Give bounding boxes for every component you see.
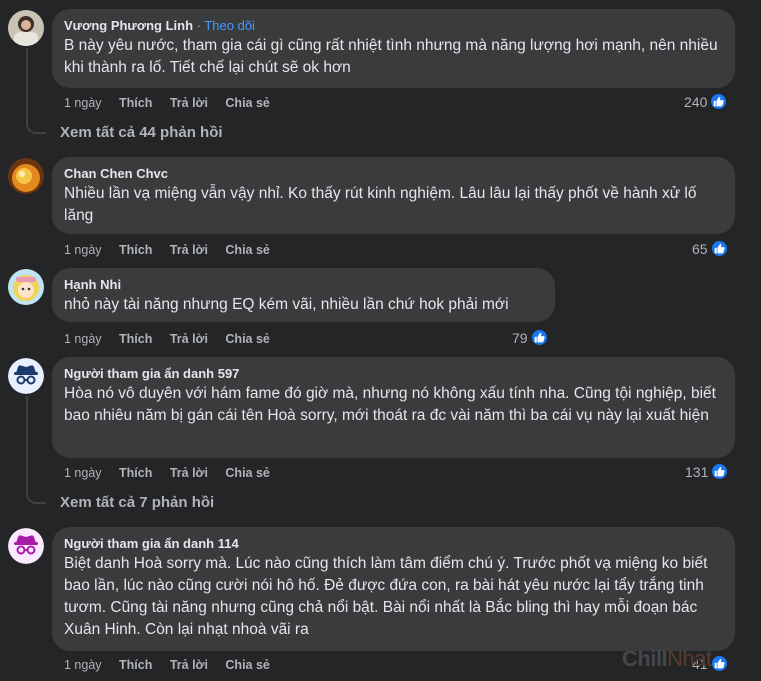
comment-text: B này yêu nước, tham gia cái gì cũng rất… xyxy=(64,37,718,76)
author-name[interactable]: Hạnh Nhi xyxy=(64,276,543,294)
thumbs-up-icon xyxy=(529,328,549,347)
comment-actions: 1 ngày Thích Trả lời Chia sẻ xyxy=(64,657,284,673)
reaction-count[interactable]: 65 xyxy=(692,239,729,258)
comment-text: Biệt danh Hoà sorry mà. Lúc nào cũng thí… xyxy=(64,555,708,638)
comment-time[interactable]: 1 ngày xyxy=(64,243,102,257)
reaction-number: 79 xyxy=(512,329,528,346)
reply-button[interactable]: Trả lời xyxy=(170,243,208,257)
share-button[interactable]: Chia sẻ xyxy=(225,332,269,346)
watermark-part: Chill xyxy=(622,646,668,671)
reaction-count[interactable]: 131 xyxy=(685,462,730,481)
thumbs-up-icon xyxy=(709,239,729,258)
reaction-number: 131 xyxy=(685,463,709,480)
like-button[interactable]: Thích xyxy=(119,243,152,257)
comment-text: Nhiều lần vạ miệng vẫn vậy nhỉ. Ko thấy … xyxy=(64,185,697,224)
comment-bubble: Chan Chen Chvc Nhiều lần vạ miệng vẫn vậ… xyxy=(52,157,735,234)
separator: · xyxy=(193,18,205,33)
comment-time[interactable]: 1 ngày xyxy=(64,466,102,480)
reaction-number: 65 xyxy=(692,240,708,257)
thread-line xyxy=(26,396,46,504)
comment-time[interactable]: 1 ngày xyxy=(64,332,102,346)
anonymous-avatar[interactable] xyxy=(8,528,44,564)
follow-link[interactable]: Theo dõi xyxy=(204,18,255,33)
reply-button[interactable]: Trả lời xyxy=(170,658,208,672)
like-button[interactable]: Thích xyxy=(119,658,152,672)
author-name[interactable]: Vương Phương Linh xyxy=(64,18,193,33)
like-button[interactable]: Thích xyxy=(119,466,152,480)
avatar[interactable] xyxy=(8,10,44,46)
like-button[interactable]: Thích xyxy=(119,332,152,346)
comment-actions: 1 ngày Thích Trả lời Chia sẻ xyxy=(64,242,284,258)
comment-time[interactable]: 1 ngày xyxy=(64,96,102,110)
reaction-number: 240 xyxy=(684,93,708,110)
share-button[interactable]: Chia sẻ xyxy=(225,658,269,672)
view-replies-link[interactable]: Xem tất cả 7 phản hồi xyxy=(60,494,214,511)
thumbs-up-icon xyxy=(709,92,729,111)
avatar[interactable] xyxy=(8,158,44,194)
watermark-part: Nhat xyxy=(667,646,712,671)
author-name[interactable]: Người tham gia ẩn danh 114 xyxy=(64,535,723,553)
author-name[interactable]: Người tham gia ẩn danh 597 xyxy=(64,365,723,383)
share-button[interactable]: Chia sẻ xyxy=(225,466,269,480)
reaction-count[interactable]: 240 xyxy=(684,92,729,111)
comment-actions: 1 ngày Thích Trả lời Chia sẻ xyxy=(64,95,284,111)
avatar[interactable] xyxy=(8,269,44,305)
thread-line xyxy=(26,48,46,134)
comment-actions: 1 ngày Thích Trả lời Chia sẻ xyxy=(64,465,284,481)
share-button[interactable]: Chia sẻ xyxy=(225,243,269,257)
watermark-logo: ChillNhat xyxy=(622,646,712,672)
reaction-count[interactable]: 79 xyxy=(512,328,549,347)
reply-button[interactable]: Trả lời xyxy=(170,466,208,480)
thumbs-up-icon xyxy=(709,654,729,673)
comment-bubble: Vương Phương Linh · Theo dõi B này yêu n… xyxy=(52,9,735,88)
reply-button[interactable]: Trả lời xyxy=(170,332,208,346)
comment-time[interactable]: 1 ngày xyxy=(64,658,102,672)
share-button[interactable]: Chia sẻ xyxy=(225,96,269,110)
view-replies-link[interactable]: Xem tất cả 44 phản hồi xyxy=(60,124,223,141)
anonymous-avatar[interactable] xyxy=(8,358,44,394)
comment-actions: 1 ngày Thích Trả lời Chia sẻ xyxy=(64,331,284,347)
comment-bubble: Người tham gia ẩn danh 597 Hòa nó vô duy… xyxy=(52,357,735,458)
thumbs-up-icon xyxy=(710,462,730,481)
comment-bubble: Hạnh Nhi nhỏ này tài năng nhưng EQ kém v… xyxy=(52,268,555,322)
reply-button[interactable]: Trả lời xyxy=(170,96,208,110)
comment-text: nhỏ này tài năng nhưng EQ kém vãi, nhiều… xyxy=(64,296,509,313)
comment-bubble: Người tham gia ẩn danh 114 Biệt danh Hoà… xyxy=(52,527,735,651)
comment-text: Hòa nó vô duyên với hám fame đó giờ mà, … xyxy=(64,385,716,424)
like-button[interactable]: Thích xyxy=(119,96,152,110)
author-name[interactable]: Chan Chen Chvc xyxy=(64,165,723,183)
